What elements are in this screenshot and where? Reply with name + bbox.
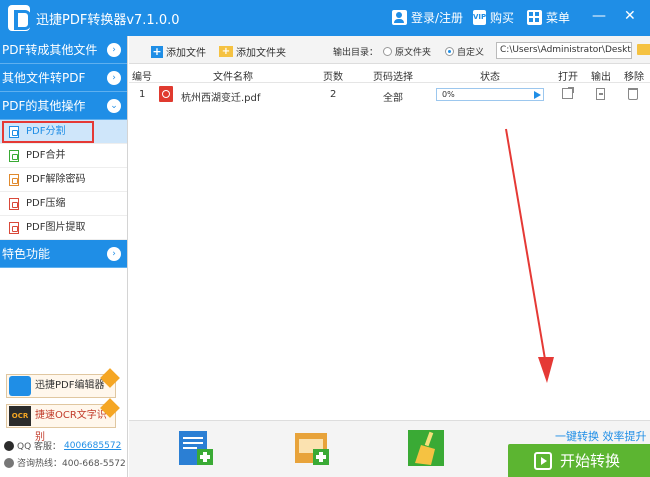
row-page-range[interactable]: 全部 <box>383 89 403 104</box>
chevron-right-icon: › <box>107 71 121 85</box>
file-table-header: 编号 文件名称 页数 页码选择 状态 打开 输出 移除 <box>129 65 650 83</box>
row-pages: 2 <box>330 89 337 100</box>
phone-icon <box>4 457 14 468</box>
col-pages: 页数 <box>323 72 343 83</box>
promo-ocr[interactable]: OCR 捷速OCR文字识别 <box>6 398 120 443</box>
output-path-input[interactable]: C:\Users\Administrator\Desktop <box>496 42 632 59</box>
col-open: 打开 <box>558 72 578 83</box>
qq-support: QQ 客服： 4006685572 <box>4 439 121 452</box>
menu-label: 菜单 <box>546 11 571 25</box>
login-label: 登录/注册 <box>411 11 464 25</box>
radio-custom-folder[interactable]: 自定义 <box>445 45 484 58</box>
sidebar-item-pdf-split[interactable]: PDF分割 <box>0 120 127 144</box>
sidebar-section-other-to-pdf[interactable]: 其他文件转PDF › <box>0 64 127 92</box>
toolbar: + 添加文件 + 添加文件夹 输出目录： 原文件夹 自定义 C:\Users\A… <box>129 36 650 64</box>
grid-menu-icon <box>527 10 542 25</box>
sidebar-item-pdf-compress[interactable]: PDF压缩 <box>0 192 127 216</box>
add-file-button[interactable]: + 添加文件 <box>151 44 206 59</box>
app-logo-icon <box>8 5 31 31</box>
sidebar: PDF转成其他文件 › 其他文件转PDF › PDF的其他操作 ⌄ PDF分割 … <box>0 36 128 477</box>
sidebar-item-pdf-unlock[interactable]: PDF解除密码 <box>0 168 127 192</box>
user-icon <box>392 10 407 25</box>
add-file-large-icon[interactable] <box>177 429 215 467</box>
pdf-file-icon <box>9 222 19 234</box>
add-file-icon: + <box>151 44 163 58</box>
start-convert-button[interactable]: 开始转换 <box>508 444 650 477</box>
trash-icon[interactable] <box>628 88 638 100</box>
pdf-icon <box>159 86 173 102</box>
col-output: 输出 <box>591 72 611 83</box>
chevron-right-icon: › <box>107 43 121 57</box>
col-index: 编号 <box>132 72 152 83</box>
pdf-file-icon <box>9 150 19 162</box>
title-bar: 迅捷PDF转换器v7.1.0.0 登录/注册 VIP 购买 菜单 — ✕ <box>0 0 650 36</box>
output-dir-label: 输出目录： <box>333 48 379 58</box>
start-convert-label: 开始转换 <box>560 452 621 470</box>
minimize-button[interactable]: — <box>592 8 606 24</box>
play-icon[interactable] <box>534 91 541 99</box>
red-highlight-box <box>2 121 94 143</box>
clear-list-broom-icon[interactable] <box>407 429 445 467</box>
login-button[interactable]: 登录/注册 <box>392 9 463 26</box>
open-external-icon[interactable] <box>562 87 574 99</box>
pdf-file-icon <box>9 174 19 186</box>
play-icon <box>534 451 552 470</box>
col-name: 文件名称 <box>213 72 253 83</box>
col-remove: 移除 <box>624 72 644 83</box>
radio-original-folder[interactable]: 原文件夹 <box>383 45 431 58</box>
qq-icon <box>4 440 14 451</box>
table-row[interactable]: 1 杭州西湖变迁.pdf 2 全部 0% <box>129 84 650 106</box>
qq-number-link[interactable]: 4006685572 <box>64 441 121 451</box>
progress-text: 0% <box>442 90 455 99</box>
app-title: 迅捷PDF转换器v7.1.0.0 <box>36 13 180 28</box>
sidebar-item-pdf-merge[interactable]: PDF合并 <box>0 144 127 168</box>
add-folder-icon: + <box>219 46 233 57</box>
sidebar-section-pdf-other-ops[interactable]: PDF的其他操作 ⌄ <box>0 92 127 120</box>
col-status: 状态 <box>480 72 500 83</box>
row-index: 1 <box>139 89 146 100</box>
buy-button[interactable]: VIP 购买 <box>473 9 514 26</box>
col-range: 页码选择 <box>373 72 413 83</box>
ocr-logo-icon: OCR <box>9 406 31 426</box>
promo-pdf-editor[interactable]: 迅捷PDF编辑器 <box>6 368 120 398</box>
chevron-right-icon: › <box>107 247 121 261</box>
radio-icon <box>383 47 392 56</box>
row-progress-bar: 0% <box>436 88 544 101</box>
pdf-file-icon <box>9 198 19 210</box>
add-folder-large-icon[interactable] <box>293 429 331 467</box>
output-file-icon[interactable] <box>596 88 605 100</box>
slogan-text: 一键转换 效率提升 <box>555 430 647 443</box>
hotline: 咨询热线：400-668-5572 <box>4 456 126 469</box>
add-folder-button[interactable]: + 添加文件夹 <box>219 44 286 59</box>
close-button[interactable]: ✕ <box>624 8 636 24</box>
chevron-down-icon: ⌄ <box>107 99 121 113</box>
sidebar-section-pdf-to-other[interactable]: PDF转成其他文件 › <box>0 36 127 64</box>
sidebar-section-features[interactable]: 特色功能 › <box>0 240 127 268</box>
pdf-editor-logo-icon <box>9 376 31 396</box>
row-file-name: 杭州西湖变迁.pdf <box>181 93 261 104</box>
red-arrow-annotation <box>505 128 554 383</box>
radio-selected-icon <box>445 47 454 56</box>
vip-icon: VIP <box>473 10 486 25</box>
menu-button[interactable]: 菜单 <box>527 9 570 26</box>
buy-label: 购买 <box>490 11 515 25</box>
sidebar-item-pdf-image-extract[interactable]: PDF图片提取 <box>0 216 127 240</box>
browse-folder-icon[interactable] <box>637 44 650 55</box>
